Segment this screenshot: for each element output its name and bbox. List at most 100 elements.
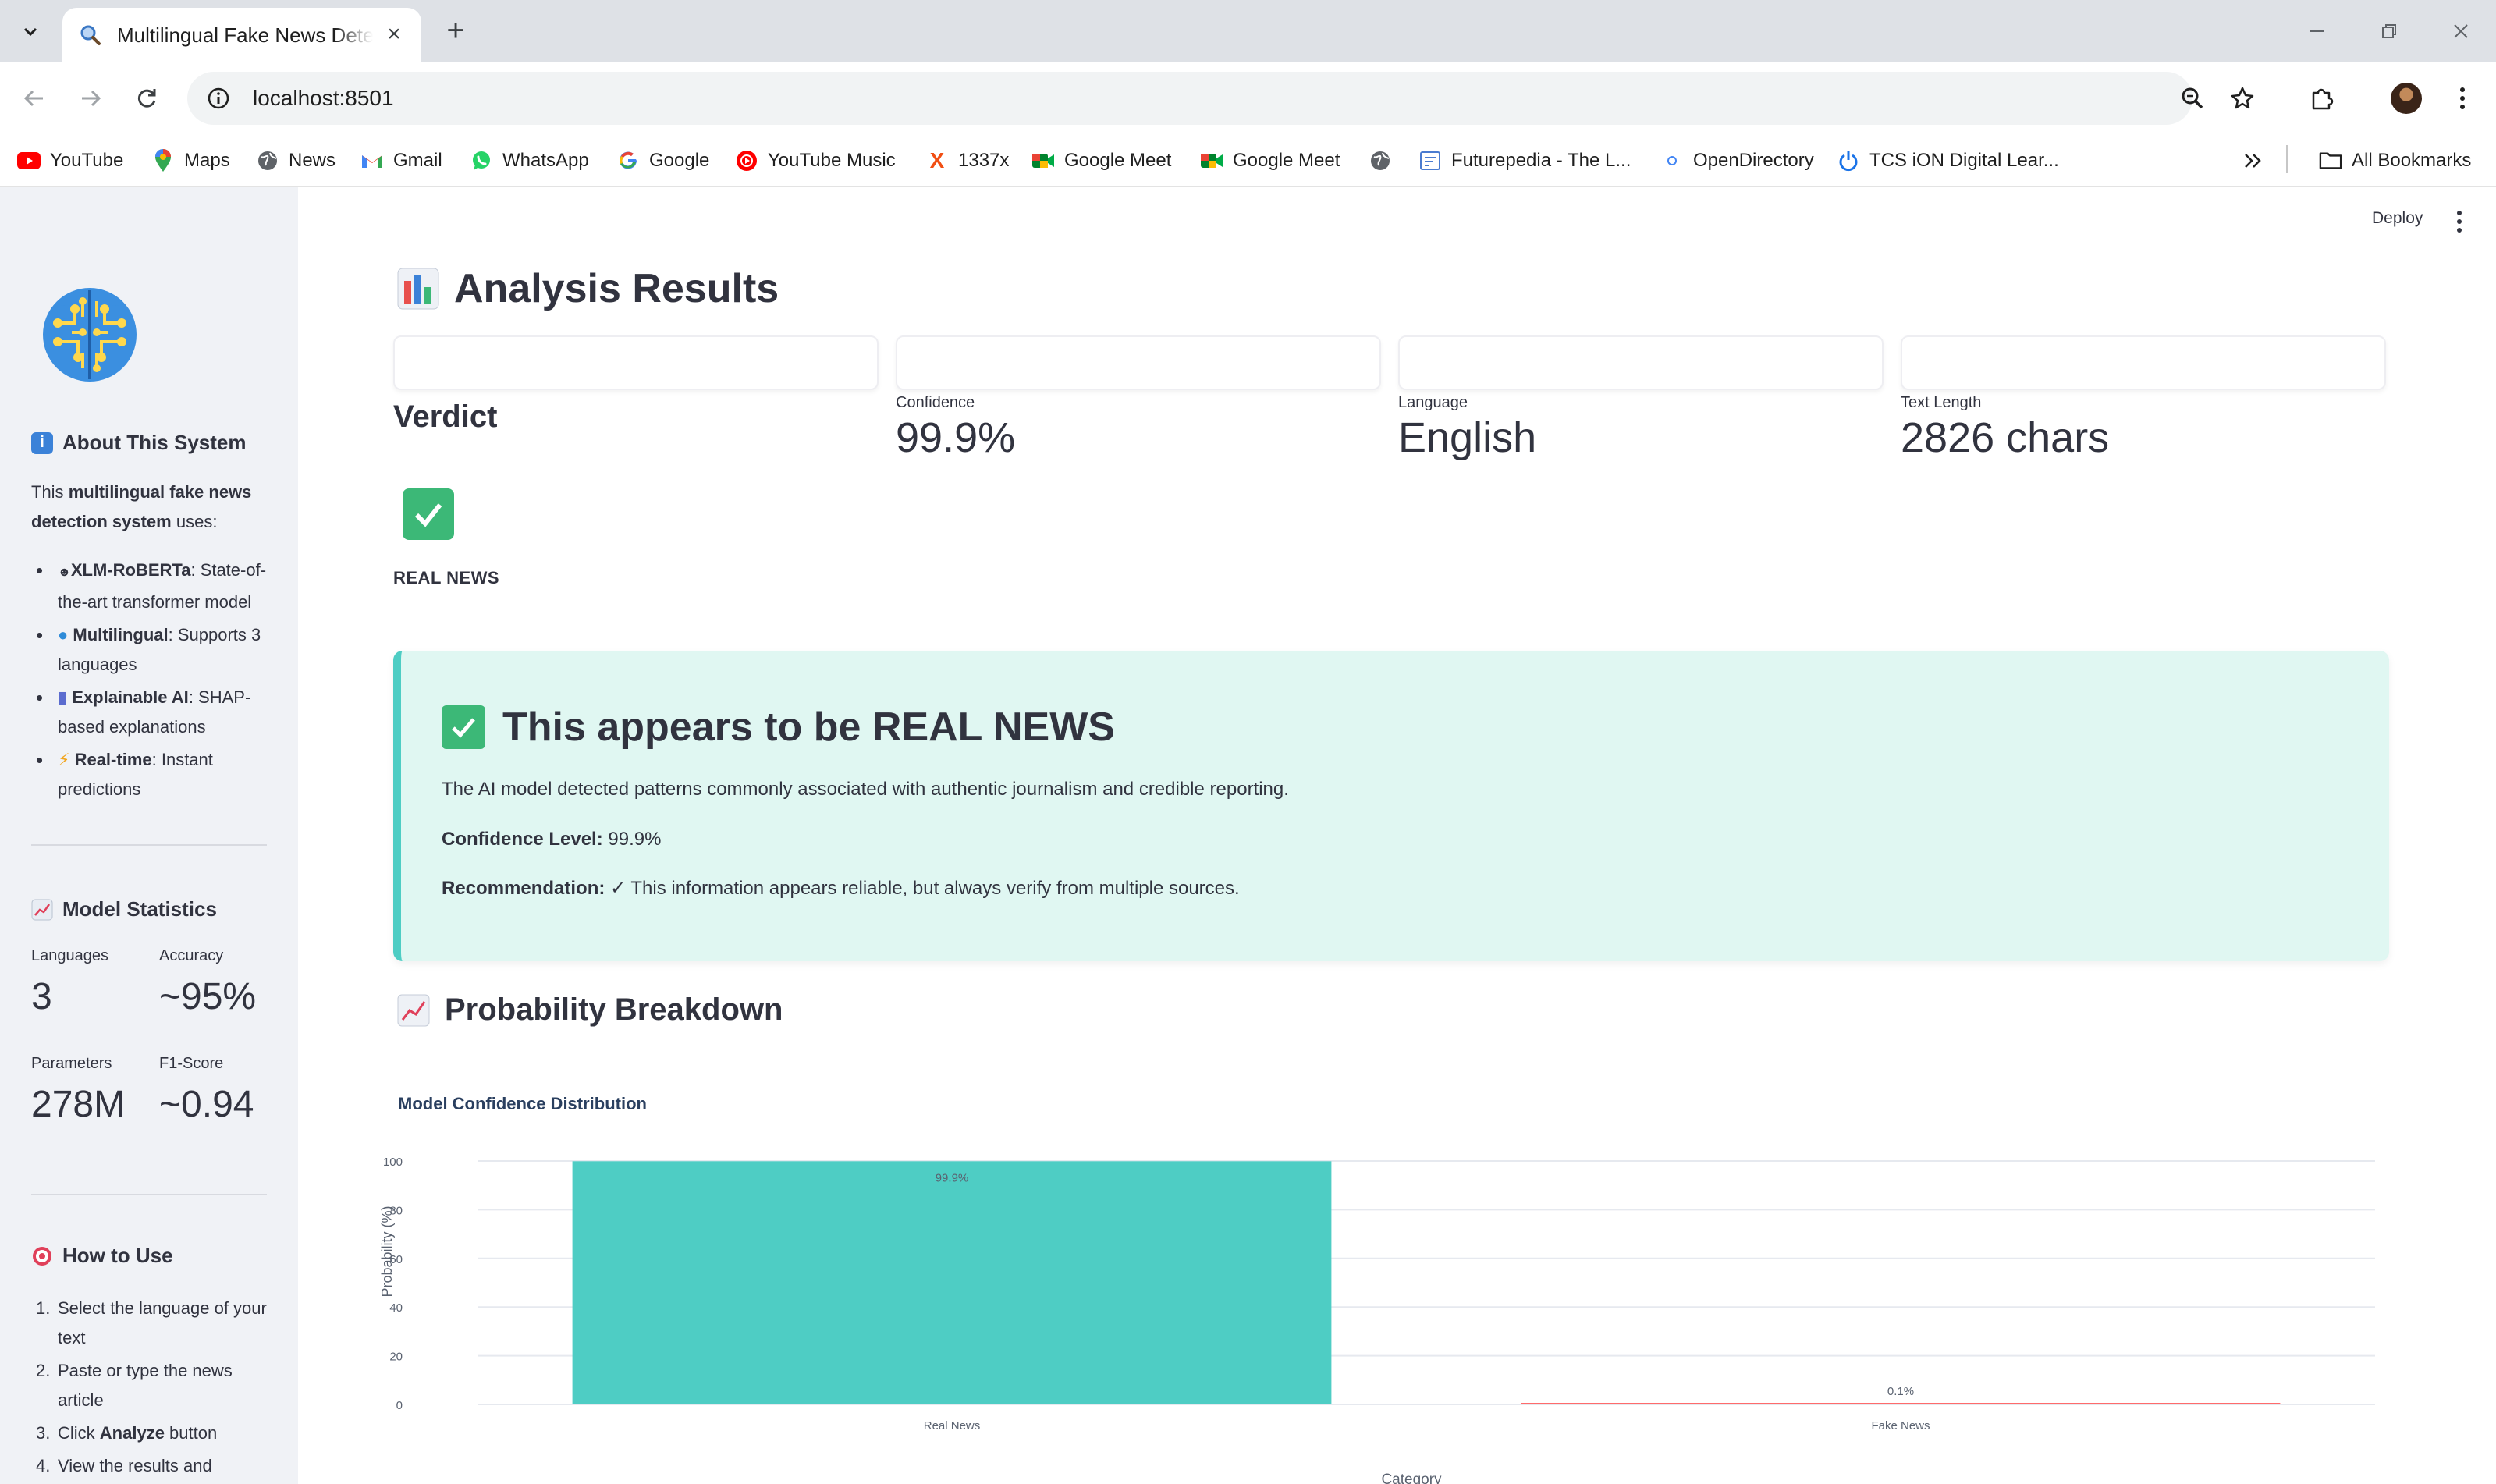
- arrow-left-icon: [23, 90, 43, 107]
- stat-label-languages: Languages: [31, 947, 108, 964]
- search-favicon-icon: [80, 25, 101, 45]
- list-item: ☻XLM-RoBERTa: State-of-the-art transform…: [31, 556, 273, 617]
- model-stats-heading: Model Statistics: [31, 897, 217, 921]
- minimize-icon: [2310, 30, 2324, 32]
- opendirectory-icon: [1660, 149, 1684, 172]
- bookmark-news[interactable]: News: [256, 145, 336, 176]
- bookmark-youtube[interactable]: YouTube: [17, 145, 123, 176]
- result-recommendation: Recommendation: ✓ This information appea…: [442, 878, 1240, 899]
- bookmark-tcs-ion[interactable]: TCS iON Digital Lear...: [1837, 145, 2059, 176]
- bookmark-youtube-music[interactable]: YouTube Music: [735, 145, 896, 176]
- stat-label-f1: F1-Score: [159, 1055, 224, 1072]
- x-tick-label: Fake News: [1871, 1419, 1930, 1433]
- list-item: ⚡ Real-time: Instant predictions: [31, 745, 273, 804]
- restore-window-button[interactable]: [2374, 16, 2405, 47]
- bookmarks-divider: [2286, 145, 2288, 173]
- about-intro: This multilingual fake news detection sy…: [31, 482, 252, 531]
- active-tab[interactable]: Multilingual Fake News Detector ×: [62, 8, 421, 62]
- bar-data-label: 0.1%: [1887, 1385, 1914, 1398]
- about-heading: i About This System: [31, 431, 246, 455]
- language-label: Language: [1398, 394, 1468, 411]
- chart-increasing-icon: [31, 899, 53, 920]
- bookmark-star-icon[interactable]: [2227, 83, 2258, 114]
- check-mark-icon: [403, 488, 454, 540]
- steps-list: 1. Select the language of your text 2. Pas…: [31, 1294, 273, 1484]
- bar-data-label: 99.9%: [936, 1171, 969, 1184]
- verdict-heading: Verdict: [393, 399, 498, 434]
- probability-breakdown-heading: Probability Breakdown: [396, 992, 783, 1028]
- brain-logo-icon: [43, 288, 137, 382]
- url-text[interactable]: localhost:8501: [253, 86, 394, 111]
- address-bar[interactable]: localhost:8501: [187, 72, 2254, 125]
- result-title: This appears to be REAL NEWS: [442, 704, 1115, 751]
- bookmark-1337x[interactable]: X 1337x: [925, 145, 1010, 176]
- globe-icon: [1369, 149, 1392, 172]
- sidebar-divider: [31, 1194, 267, 1195]
- bookmark-gmail[interactable]: Gmail: [360, 145, 442, 176]
- language-value: English: [1398, 414, 1537, 461]
- bookmark-whatsapp[interactable]: WhatsApp: [470, 145, 589, 176]
- meet-icon: [1031, 149, 1055, 172]
- bookmark-google[interactable]: Google: [616, 145, 709, 176]
- close-icon: [2454, 24, 2468, 38]
- extensions-icon[interactable]: [2303, 80, 2341, 117]
- result-description: The AI model detected patterns commonly …: [442, 779, 1289, 800]
- more-bookmarks-button[interactable]: [2242, 145, 2263, 176]
- verdict-label: REAL NEWS: [393, 568, 500, 588]
- chart-increasing-icon: [397, 994, 430, 1026]
- text-length-label: Text Length: [1901, 394, 1982, 411]
- new-tab-button[interactable]: +: [438, 14, 473, 48]
- x-tick-label: Real News: [924, 1419, 981, 1433]
- y-tick-label: 0: [396, 1399, 403, 1412]
- browser-menu-icon[interactable]: [2444, 80, 2481, 117]
- forward-button[interactable]: [72, 80, 109, 117]
- text-length-value: 2826 chars: [1901, 414, 2110, 461]
- meet-icon: [1200, 149, 1223, 172]
- tab-search-button[interactable]: [12, 14, 48, 48]
- x-axis-ticks: Real News Fake News: [924, 1419, 1930, 1433]
- main-content: Analysis Results Verdict REAL NEWS Confi…: [298, 187, 2496, 1484]
- stat-label-parameters: Parameters: [31, 1055, 112, 1072]
- youtube-music-icon: [735, 149, 758, 172]
- y-tick-label: 100: [383, 1156, 403, 1169]
- bar-real-news: [572, 1161, 1332, 1404]
- globe-icon: [256, 149, 279, 172]
- confidence-label: Confidence: [896, 394, 975, 411]
- browser-tab-bar: Multilingual Fake News Detector × +: [0, 0, 2496, 62]
- list-item: 4. View the results and: [36, 1456, 212, 1475]
- bookmark-futurepedia[interactable]: Futurepedia - The L...: [1418, 145, 1631, 176]
- bookmark-maps[interactable]: Maps: [151, 145, 230, 176]
- bookmark-google-meet-1[interactable]: Google Meet: [1031, 145, 1171, 176]
- bar-chart-icon: ▮: [58, 687, 68, 707]
- google-icon: [616, 149, 640, 172]
- back-button[interactable]: [16, 80, 53, 117]
- whatsapp-icon: [470, 149, 493, 172]
- all-bookmarks-button[interactable]: All Bookmarks: [2319, 145, 2471, 176]
- chevron-down-icon: [23, 27, 37, 37]
- reload-icon: [137, 89, 156, 108]
- info-icon: i: [31, 431, 53, 454]
- list-item: ● Multilingual: Supports 3 languages: [31, 620, 273, 680]
- metric-card-language: [1398, 335, 1884, 390]
- list-item: 1. Select the language of your text: [36, 1298, 267, 1347]
- probability-bar-chart: 020406080100 99.9%0.1% Real News Fake New…: [379, 1156, 2375, 1484]
- reload-button[interactable]: [128, 80, 165, 117]
- close-window-button[interactable]: [2445, 16, 2476, 47]
- list-item: ▮ Explainable AI: SHAP-based explanation…: [31, 683, 273, 742]
- main-menu-icon[interactable]: [2450, 209, 2469, 234]
- minimize-window-button[interactable]: [2302, 16, 2333, 47]
- sidebar-divider: [31, 844, 267, 846]
- bookmark-google-meet-2[interactable]: Google Meet: [1200, 145, 1340, 176]
- bookmark-globe[interactable]: [1369, 145, 1401, 176]
- bar-fake-news: [1521, 1403, 2281, 1404]
- close-tab-icon[interactable]: ×: [382, 23, 406, 47]
- stat-value-f1: ~0.94: [159, 1084, 254, 1125]
- profile-avatar[interactable]: [2391, 83, 2422, 114]
- robot-icon: ☻: [58, 566, 71, 579]
- site-info-icon[interactable]: [204, 84, 233, 112]
- deploy-button[interactable]: Deploy: [2372, 209, 2423, 228]
- bookmark-opendirectory[interactable]: OpenDirectory: [1660, 145, 1814, 176]
- arrow-right-icon: [82, 90, 101, 107]
- zoom-icon[interactable]: [2177, 83, 2208, 114]
- metric-card-text-length: [1901, 335, 2386, 390]
